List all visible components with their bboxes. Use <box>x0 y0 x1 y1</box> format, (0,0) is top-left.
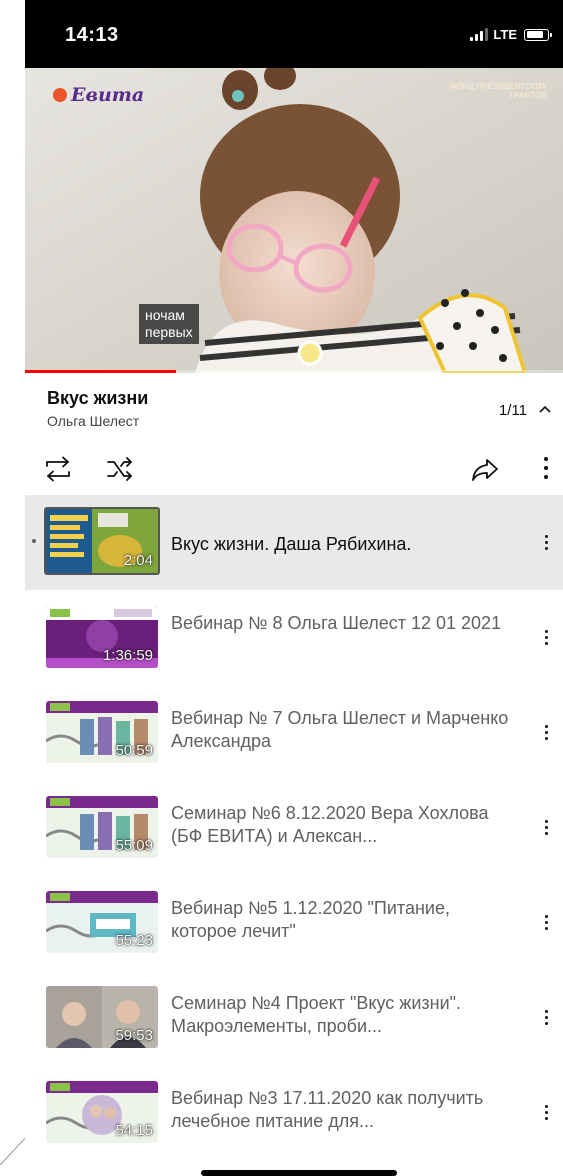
item-more-icon[interactable] <box>541 626 553 650</box>
list-item[interactable]: 2:04 Вкус жизни. Даша Рябихина. <box>25 495 563 590</box>
grant-fund-logo: ФОНД ПРЕЗИДЕНТСКИХ ГРАНТОВ <box>449 82 547 100</box>
video-thumbnail[interactable]: 1:36:59 <box>46 606 158 668</box>
item-title: Семинар №4 Проект "Вкус жизни". Макроэле… <box>171 993 462 1036</box>
video-thumbnail[interactable]: 55:23 <box>46 891 158 953</box>
list-item[interactable]: 55:09 Семинар №6 8.12.2020 Вера Хохлова … <box>25 780 563 875</box>
status-bar: 14:13 LTE <box>25 0 563 68</box>
list-item[interactable]: 50:59 Вебинар № 7 Ольга Шелест и Марченк… <box>25 685 563 780</box>
status-indicators: LTE <box>470 27 552 42</box>
item-more-icon[interactable] <box>541 721 553 745</box>
chevron-up-icon[interactable] <box>539 401 551 416</box>
duration-label: 50:59 <box>115 742 153 759</box>
item-title: Вебинар № 8 Ольга Шелест 12 01 2021 <box>171 613 502 633</box>
duration-label: 59:53 <box>115 1027 153 1044</box>
video-player[interactable]: Евита ФОНД ПРЕЗИДЕНТСКИХ ГРАНТОВ ночам п… <box>25 68 563 373</box>
now-playing-dot <box>32 539 36 543</box>
video-thumbnail[interactable]: 54:15 <box>46 1081 158 1143</box>
duration-label: 55:23 <box>115 932 153 949</box>
phone-screen: 14:13 LTE Евита ФОНД ПРЕЗИДЕНТСКИХ ГРАНТ… <box>25 0 563 1176</box>
playlist-title: Вкус жизни <box>47 388 149 408</box>
list-item[interactable]: 1:36:59 Вебинар № 8 Ольга Шелест 12 01 2… <box>25 590 563 685</box>
playlist-header[interactable]: Вкус жизни Ольга Шелест 1/11 <box>25 373 563 433</box>
battery-icon <box>524 28 552 41</box>
duration-label: 54:15 <box>115 1122 153 1139</box>
item-title: Семинар №6 8.12.2020 Вера Хохлова (БФ ЕВ… <box>171 803 489 846</box>
list-item[interactable]: 59:53 Семинар №4 Проект "Вкус жизни". Ма… <box>25 970 563 1065</box>
duration-label: 55:09 <box>115 837 153 854</box>
home-indicator[interactable] <box>201 1170 397 1176</box>
item-title: Вебинар № 7 Ольга Шелест и Марченко Алек… <box>171 708 509 751</box>
item-title: Вебинар №3 17.11.2020 как получить лечеб… <box>171 1088 484 1131</box>
list-item[interactable]: 55:23 Вебинар №5 1.12.2020 "Питание, кот… <box>25 875 563 970</box>
video-thumbnail[interactable]: 59:53 <box>46 986 158 1048</box>
signal-icon <box>470 28 489 41</box>
video-thumbnail[interactable]: 50:59 <box>46 701 158 763</box>
repeat-icon[interactable] <box>43 455 73 483</box>
evita-logo: Евита <box>53 84 144 106</box>
item-more-icon[interactable] <box>541 531 553 555</box>
item-title: Вебинар №5 1.12.2020 "Питание, которое л… <box>171 898 450 941</box>
video-thumbnail[interactable]: 55:09 <box>46 796 158 858</box>
shuffle-icon[interactable] <box>105 455 135 483</box>
list-item[interactable]: 54:15 Вебинар №3 17.11.2020 как получить… <box>25 1065 563 1160</box>
duration-label: 2:04 <box>123 552 153 569</box>
video-caption: ночам первых <box>139 304 199 344</box>
item-more-icon[interactable] <box>541 911 553 935</box>
video-thumbnail[interactable]: 2:04 <box>44 507 160 575</box>
duration-label: 1:36:59 <box>102 647 153 664</box>
item-title: Вкус жизни. Даша Рябихина. <box>171 534 412 554</box>
more-vertical-icon[interactable] <box>540 457 552 481</box>
share-icon[interactable] <box>470 455 500 483</box>
playlist-position: 1/11 <box>498 402 527 419</box>
playlist-author: Ольга Шелест <box>47 413 140 429</box>
playlist-controls <box>25 445 563 493</box>
item-more-icon[interactable] <box>541 1101 553 1125</box>
video-frame <box>25 68 563 373</box>
item-more-icon[interactable] <box>541 1006 553 1030</box>
status-time: 14:13 <box>65 24 119 46</box>
playlist-items: 2:04 Вкус жизни. Даша Рябихина. 1:36:59 <box>25 495 563 1160</box>
item-more-icon[interactable] <box>541 816 553 840</box>
network-label: LTE <box>493 27 517 42</box>
